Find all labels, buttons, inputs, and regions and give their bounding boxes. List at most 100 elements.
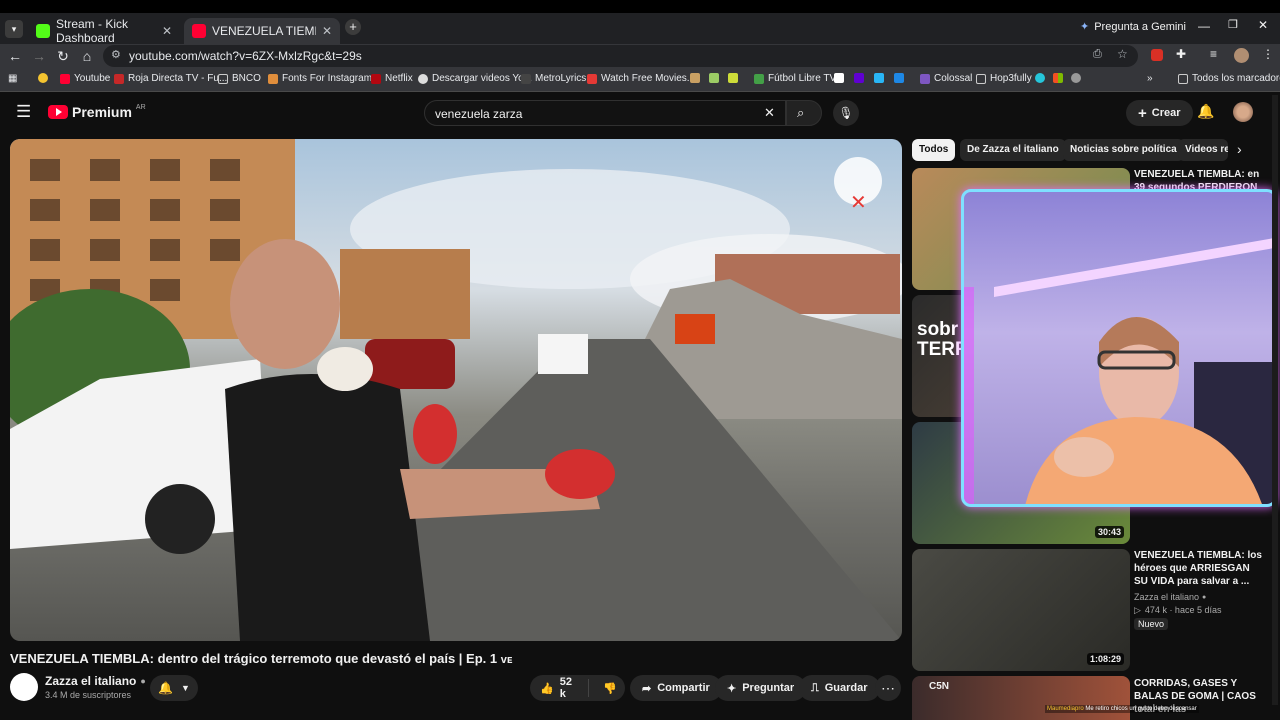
notification-subscribe-button[interactable]: 🔔 ▼ <box>150 675 198 701</box>
futbol-icon <box>754 73 764 84</box>
chevron-down-icon: ▼ <box>181 683 190 693</box>
site-f-icon <box>894 73 904 83</box>
site-h-icon <box>1071 73 1081 83</box>
youtube-icon <box>192 24 206 38</box>
clear-search-icon[interactable]: ✕ <box>764 105 775 121</box>
channel-name[interactable]: Zazza el italiano ● <box>45 674 146 688</box>
video-player[interactable]: ✕ <box>10 139 902 641</box>
page-scrollbar[interactable] <box>1272 95 1278 705</box>
site-info-icon[interactable]: ⚙ <box>111 48 121 61</box>
create-label: Crear <box>1151 107 1181 119</box>
bookmark-icon-row-3[interactable] <box>1035 73 1081 83</box>
voice-search-button[interactable]: 🎙 <box>833 100 859 126</box>
site-e-icon <box>874 73 884 83</box>
youtube-header: ☰ Premium AR venezuela zarza ✕ ⌕ 🎙 + Cre… <box>0 93 1280 133</box>
bookmark-futbol-libre[interactable]: Fútbol Libre TV <box>754 73 836 84</box>
media-control-icon[interactable]: ≡ <box>1210 47 1217 61</box>
search-button[interactable]: ⌕ <box>786 100 822 126</box>
extensions-puzzle-icon[interactable]: ✚ <box>1176 47 1186 61</box>
bell-icon: 🔔 <box>158 681 174 695</box>
notifications-bell-icon[interactable]: 🔔 <box>1197 103 1214 120</box>
more-actions-button[interactable]: ⋯ <box>875 675 901 701</box>
extension-red-icon[interactable] <box>1151 49 1163 61</box>
related-channel-4[interactable]: Zazza el italiano ● <box>1134 592 1206 602</box>
related-thumbnail-5[interactable]: C5N <box>912 676 1130 720</box>
webcam-scene <box>964 238 1274 504</box>
bookmark-bnco[interactable]: BNCO <box>218 73 261 84</box>
close-tab-icon[interactable]: ✕ <box>322 24 332 38</box>
tab-kick-dashboard[interactable]: Stream - Kick Dashboard ✕ <box>28 17 180 45</box>
channel-avatar[interactable] <box>10 673 38 701</box>
gemini-button[interactable]: ✦ Pregunta a Gemini <box>1080 20 1186 34</box>
account-avatar[interactable] <box>1233 102 1253 122</box>
bookmark-fonts-instagram[interactable]: Fonts For Instagram... <box>268 73 380 84</box>
all-bookmarks[interactable]: Todos los marcadores <box>1178 73 1280 84</box>
profile-avatar[interactable] <box>1234 48 1249 63</box>
folder-icon <box>976 73 986 84</box>
related-thumbnail-4[interactable]: 1:08:29 <box>912 549 1130 671</box>
chip-todos[interactable]: Todos <box>912 139 956 161</box>
reload-icon[interactable]: ↻ <box>54 47 72 65</box>
forward-icon[interactable]: → <box>30 47 48 65</box>
microphone-icon: 🎙 <box>838 106 854 120</box>
search-input[interactable]: venezuela zarza ✕ <box>424 100 786 126</box>
c5n-logo: C5N <box>929 681 950 692</box>
restore-button[interactable]: ❐ <box>1228 18 1238 31</box>
views-icon: ▷ <box>1134 605 1141 615</box>
chrome-menu-icon[interactable]: ⋮ <box>1262 47 1274 61</box>
search-icon: ⌕ <box>797 105 805 120</box>
site-d-icon <box>834 73 844 83</box>
browser-tab-bar: ▾ Stream - Kick Dashboard ✕ VENEZUELA TI… <box>0 0 1280 45</box>
bookmark-metrolyrics[interactable]: MetroLyrics <box>521 73 586 84</box>
close-window-button[interactable]: ✕ <box>1258 18 1268 32</box>
related-title-4[interactable]: VENEZUELA TIEMBLA: los héroes que ARRIES… <box>1134 549 1264 588</box>
like-button[interactable]: 👍 52 k <box>530 676 590 700</box>
bookmark-colossal[interactable]: Colossal <box>920 73 972 84</box>
home-icon[interactable]: ⌂ <box>78 47 96 65</box>
tab-search-icon[interactable]: ▾ <box>5 20 23 38</box>
chip-politica[interactable]: Noticias sobre política <box>1063 139 1184 161</box>
save-button[interactable]: ⎍ Guardar <box>799 675 880 701</box>
microsoft-icon <box>1053 73 1063 83</box>
chat-username: Maumediapro <box>1047 706 1084 712</box>
bookmark-icon-row-2[interactable] <box>834 73 904 83</box>
download-icon <box>418 73 428 84</box>
folder-icon <box>1178 73 1188 84</box>
tab-youtube-video[interactable]: VENEZUELA TIEMBLA: dentro d ✕ <box>184 18 340 44</box>
dislike-button[interactable]: 👎 <box>595 682 625 695</box>
bookmark-watch-free-movies[interactable]: Watch Free Movies... <box>587 73 695 84</box>
youtube-logo[interactable]: Premium AR <box>48 104 146 120</box>
svg-text:✕: ✕ <box>850 190 867 214</box>
chips-next-icon[interactable]: › <box>1237 141 1242 157</box>
bookmark-descargar-videos[interactable]: Descargar videos Yo... <box>418 73 532 84</box>
emoji-bookmark-icon[interactable] <box>38 73 48 83</box>
bookmarks-overflow[interactable]: » <box>1147 73 1153 84</box>
bookmark-star-icon[interactable]: ☆ <box>1117 47 1128 61</box>
bookmark-hop3fully[interactable]: Hop3fully <box>976 73 1032 84</box>
close-tab-icon[interactable]: ✕ <box>162 24 172 38</box>
chat-overlay: Maumediapro Me retiro chicos un gusto de… <box>1045 705 1199 713</box>
chip-videos-relacionados[interactable]: Videos re <box>1178 139 1228 161</box>
colossal-icon <box>920 73 930 84</box>
back-icon[interactable]: ← <box>6 47 24 65</box>
bookmark-icon-row[interactable] <box>690 73 738 83</box>
ask-button[interactable]: ✦ Preguntar <box>715 675 807 701</box>
minimize-button[interactable]: — <box>1198 19 1210 33</box>
install-icon[interactable]: ⎙ <box>1093 48 1102 61</box>
webcam-overlay <box>961 189 1277 507</box>
fonts-icon <box>268 73 278 84</box>
chip-zazza[interactable]: De Zazza el italiano <box>960 139 1066 161</box>
bookmark-netflix[interactable]: Netflix <box>371 73 413 84</box>
apps-grid-icon[interactable]: ▦ <box>8 73 17 84</box>
new-tab-button[interactable]: + <box>345 19 361 35</box>
hamburger-menu-icon[interactable]: ☰ <box>16 102 31 122</box>
bookmark-youtube[interactable]: Youtube <box>60 73 110 84</box>
kick-icon <box>36 24 50 38</box>
sparkle-icon: ✦ <box>727 682 737 695</box>
share-button[interactable]: ➦ Compartir <box>630 675 722 701</box>
omnibox[interactable]: ⚙ youtube.com/watch?v=6ZX-MxlzRgc&t=29s … <box>103 45 1138 67</box>
site-g-icon <box>1035 73 1045 83</box>
share-label: Compartir <box>657 682 710 694</box>
create-button[interactable]: + Crear <box>1126 100 1193 126</box>
bookmark-roja-directa[interactable]: Roja Directa TV - Fu... <box>114 73 227 84</box>
